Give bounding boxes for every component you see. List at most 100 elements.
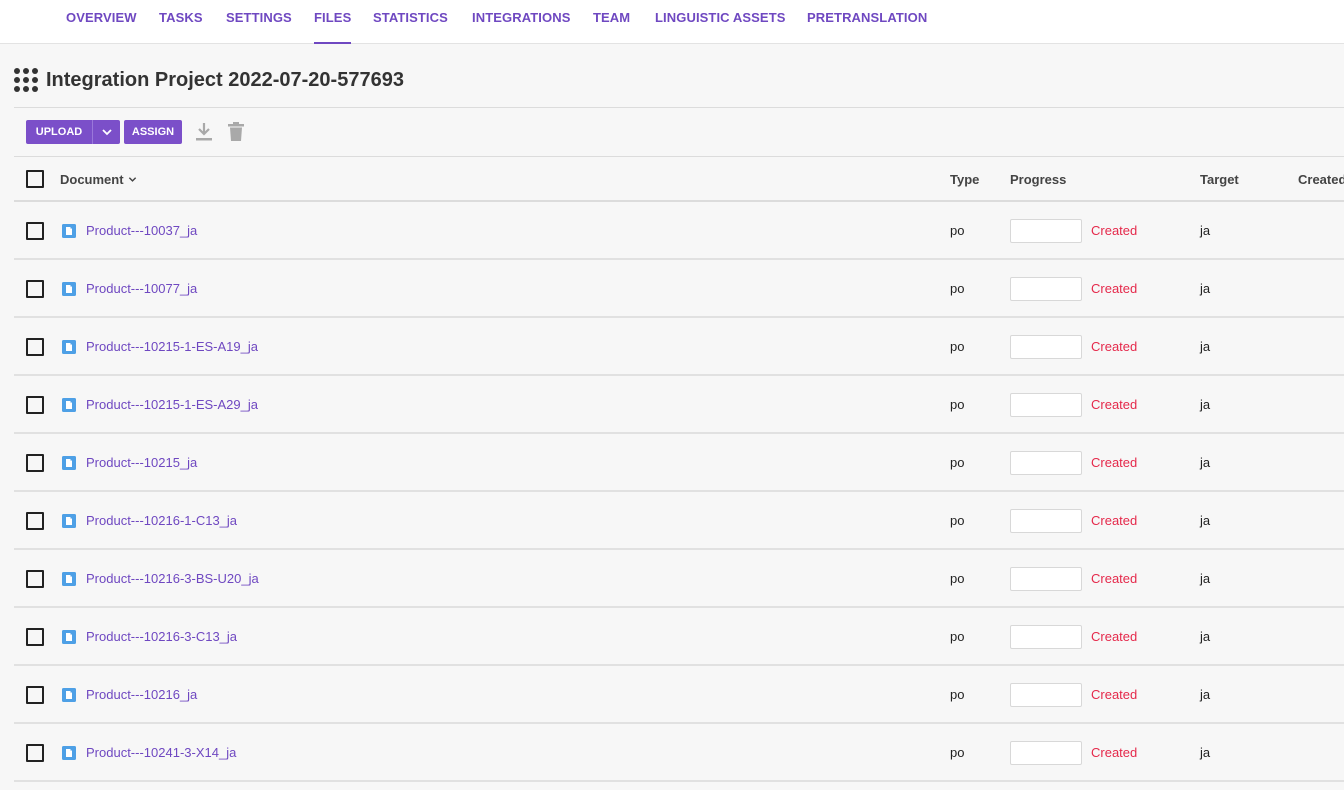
table-row: Product---10241-3-X14_ja po Created ja <box>14 724 1344 782</box>
progress-bar <box>1010 625 1082 649</box>
tab-linguistic-assets[interactable]: LINGUISTIC ASSETS <box>655 0 786 44</box>
row-checkbox[interactable] <box>26 512 44 530</box>
sort-chevron-down-icon <box>129 177 137 182</box>
column-progress: Progress <box>1010 172 1067 187</box>
file-icon <box>62 282 76 296</box>
column-document[interactable]: Document <box>60 172 137 187</box>
upload-options-button[interactable] <box>92 120 120 144</box>
file-icon <box>62 456 76 470</box>
type-cell: po <box>950 745 965 760</box>
status-label: Created <box>1091 455 1138 470</box>
document-link[interactable]: Product---10216-1-C13_ja <box>86 513 237 528</box>
tab-pretranslation[interactable]: PRETRANSLATION <box>807 0 927 44</box>
assign-button[interactable]: ASSIGN <box>124 120 182 144</box>
files-toolbar: UPLOAD ASSIGN <box>26 120 246 144</box>
table-row: Product---10215-1-ES-A19_ja po Created ja <box>14 318 1344 376</box>
select-all-checkbox[interactable] <box>26 170 44 188</box>
document-link[interactable]: Product---10216-3-BS-U20_ja <box>86 571 259 586</box>
page-title: Integration Project 2022-07-20-577693 <box>46 68 404 91</box>
row-checkbox[interactable] <box>26 280 44 298</box>
row-checkbox[interactable] <box>26 338 44 356</box>
column-type: Type <box>950 172 980 187</box>
tab-integrations[interactable]: INTEGRATIONS <box>472 0 570 44</box>
document-link[interactable]: Product---10037_ja <box>86 223 197 238</box>
document-link[interactable]: Product---10215-1-ES-A19_ja <box>86 339 258 354</box>
progress-bar <box>1010 741 1082 765</box>
target-cell: ja <box>1200 339 1211 354</box>
status-label: Created <box>1091 571 1138 586</box>
progress-bar <box>1010 219 1082 243</box>
status-label: Created <box>1091 339 1138 354</box>
type-cell: po <box>950 455 965 470</box>
document-link[interactable]: Product---10216-3-C13_ja <box>86 629 237 644</box>
type-cell: po <box>950 397 965 412</box>
row-checkbox[interactable] <box>26 628 44 646</box>
table-row: Product---10215_ja po Created ja <box>14 434 1344 492</box>
upload-button[interactable]: UPLOAD <box>26 120 92 144</box>
status-label: Created <box>1091 281 1138 296</box>
column-created: Created <box>1298 172 1344 187</box>
target-cell: ja <box>1200 513 1211 528</box>
grid-apps-icon[interactable] <box>14 68 38 92</box>
type-cell: po <box>950 339 965 354</box>
table-row: Product---10216-3-BS-U20_ja po Created ja <box>14 550 1344 608</box>
table-body: Product---10037_ja po Created ja Product---1… <box>14 202 1344 782</box>
tab-files[interactable]: FILES <box>314 0 352 44</box>
file-icon <box>62 398 76 412</box>
progress-bar <box>1010 567 1082 591</box>
divider <box>14 107 1344 108</box>
target-cell: ja <box>1200 687 1211 702</box>
tab-settings[interactable]: SETTINGS <box>226 0 292 44</box>
trash-icon[interactable] <box>226 122 246 142</box>
target-cell: ja <box>1200 571 1211 586</box>
chevron-down-icon <box>101 129 112 136</box>
table-row: Product---10215-1-ES-A29_ja po Created ja <box>14 376 1344 434</box>
type-cell: po <box>950 223 965 238</box>
files-table: Document Type Progress Target Created Pr… <box>14 156 1344 782</box>
project-header: Integration Project 2022-07-20-577693 <box>14 66 404 94</box>
tab-statistics[interactable]: STATISTICS <box>373 0 448 44</box>
tab-overview[interactable]: OVERVIEW <box>66 0 137 44</box>
document-link[interactable]: Product---10216_ja <box>86 687 197 702</box>
file-icon <box>62 630 76 644</box>
target-cell: ja <box>1200 397 1211 412</box>
target-cell: ja <box>1200 745 1211 760</box>
progress-bar <box>1010 393 1082 417</box>
document-link[interactable]: Product---10077_ja <box>86 281 197 296</box>
progress-bar <box>1010 451 1082 475</box>
download-icon[interactable] <box>194 122 214 142</box>
file-icon <box>62 340 76 354</box>
row-checkbox[interactable] <box>26 222 44 240</box>
type-cell: po <box>950 513 965 528</box>
row-checkbox[interactable] <box>26 686 44 704</box>
row-checkbox[interactable] <box>26 396 44 414</box>
status-label: Created <box>1091 745 1138 760</box>
target-cell: ja <box>1200 455 1211 470</box>
document-link[interactable]: Product---10215_ja <box>86 455 197 470</box>
table-row: Product---10037_ja po Created ja <box>14 202 1344 260</box>
table-header: Document Type Progress Target Created <box>14 156 1344 202</box>
type-cell: po <box>950 281 965 296</box>
target-cell: ja <box>1200 629 1211 644</box>
document-link[interactable]: Product---10241-3-X14_ja <box>86 745 236 760</box>
target-cell: ja <box>1200 223 1211 238</box>
status-label: Created <box>1091 687 1138 702</box>
tab-tasks[interactable]: TASKS <box>159 0 203 44</box>
progress-bar <box>1010 509 1082 533</box>
project-tab-bar: OVERVIEW TASKS SETTINGS FILES STATISTICS… <box>0 0 1344 44</box>
tab-team[interactable]: TEAM <box>593 0 630 44</box>
document-link[interactable]: Product---10215-1-ES-A29_ja <box>86 397 258 412</box>
table-row: Product---10077_ja po Created ja <box>14 260 1344 318</box>
row-checkbox[interactable] <box>26 744 44 762</box>
file-icon <box>62 746 76 760</box>
column-target: Target <box>1200 172 1239 187</box>
file-icon <box>62 224 76 238</box>
table-row: Product---10216-3-C13_ja po Created ja <box>14 608 1344 666</box>
row-checkbox[interactable] <box>26 454 44 472</box>
progress-bar <box>1010 683 1082 707</box>
type-cell: po <box>950 687 965 702</box>
row-checkbox[interactable] <box>26 570 44 588</box>
progress-bar <box>1010 277 1082 301</box>
file-icon <box>62 572 76 586</box>
type-cell: po <box>950 571 965 586</box>
